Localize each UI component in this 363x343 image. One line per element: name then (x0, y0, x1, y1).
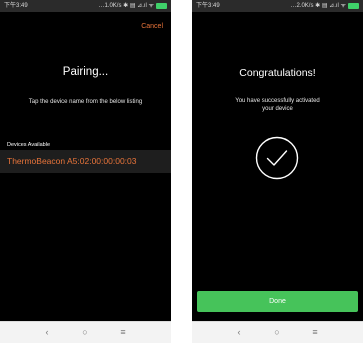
menu-icon[interactable]: ≡ (116, 326, 130, 338)
back-icon[interactable]: ‹ (40, 326, 54, 338)
pairing-screen: 下午3:49 …1.0K/s ✱ ▤ ⊿.ıl ᯤ Cancel Pairing… (0, 0, 171, 343)
system-nav-bar: ‹ ○ ≡ (192, 321, 363, 343)
home-icon[interactable]: ○ (78, 326, 92, 338)
status-indicators: …1.0K/s ✱ ▤ ⊿.ıl ᯤ (98, 0, 167, 12)
menu-icon[interactable]: ≡ (308, 326, 322, 338)
home-icon[interactable]: ○ (270, 326, 284, 338)
battery-icon (156, 3, 167, 9)
network-status: …2.0K/s ✱ ▤ ⊿.ıl ᯤ (290, 3, 346, 9)
status-bar: 下午3:49 …1.0K/s ✱ ▤ ⊿.ıl ᯤ (0, 0, 171, 12)
activation-success-screen: 下午3:49 …2.0K/s ✱ ▤ ⊿.ıl ᯤ Congratulation… (192, 0, 363, 343)
system-nav-bar: ‹ ○ ≡ (0, 321, 171, 343)
network-status: …1.0K/s ✱ ▤ ⊿.ıl ᯤ (98, 3, 154, 9)
activation-message-line-2: your device (262, 106, 293, 112)
activation-message-line-1: You have successfully activated (235, 98, 320, 104)
cancel-button[interactable]: Cancel (141, 23, 163, 30)
pairing-instructions: Tap the device name from the below listi… (28, 99, 143, 105)
status-indicators: …2.0K/s ✱ ▤ ⊿.ıl ᯤ (290, 0, 359, 12)
status-time: 下午3:49 (4, 3, 28, 9)
devices-available-heading: Devices Available (7, 142, 51, 148)
battery-icon (348, 3, 359, 9)
activation-message: You have successfully activated your dev… (192, 97, 363, 113)
status-time: 下午3:49 (196, 3, 220, 9)
status-bar: 下午3:49 …2.0K/s ✱ ▤ ⊿.ıl ᯤ (192, 0, 363, 12)
congratulations-title: Congratulations! (239, 67, 316, 79)
done-button[interactable]: Done (197, 291, 358, 312)
device-list-item[interactable]: ThermoBeacon A5:02:00:00:00:03 (0, 150, 171, 173)
pairing-title: Pairing... (62, 66, 109, 78)
check-circle-icon (255, 136, 299, 180)
back-icon[interactable]: ‹ (232, 326, 246, 338)
